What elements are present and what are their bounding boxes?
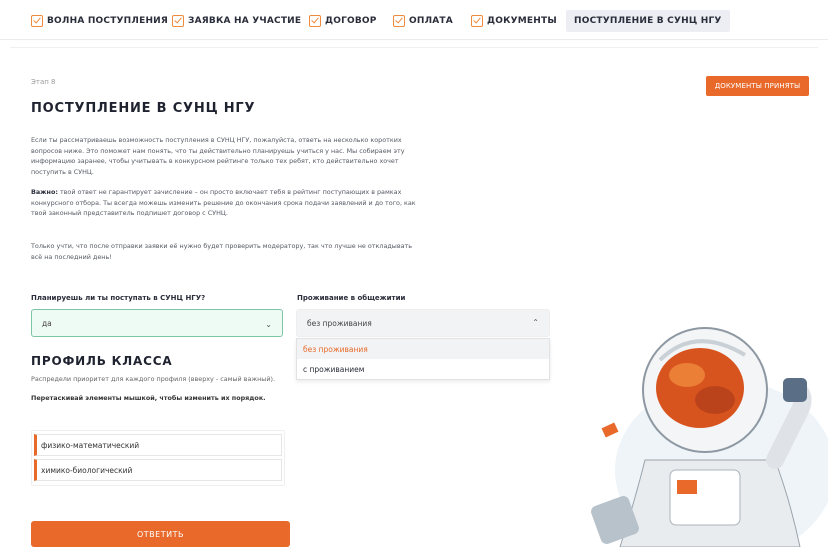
- checkbox-check-icon: [31, 15, 43, 27]
- drag-hint: Перетаскивай элементы мышкой, чтобы изме…: [31, 394, 266, 402]
- status-badge: ДОКУМЕНТЫ ПРИНЯТЫ: [706, 76, 809, 96]
- astronaut-illustration: [591, 327, 828, 547]
- moderation-paragraph: Только учти, что после отправки заявки е…: [31, 242, 413, 261]
- plan-question-label: Планируешь ли ты поступать в СУНЦ НГУ?: [31, 294, 206, 302]
- chevron-up-icon: ⌃: [532, 318, 539, 327]
- dormitory-select[interactable]: без проживания ⌃: [296, 309, 550, 337]
- dropdown-option-no-dorm[interactable]: без проживания: [297, 339, 549, 359]
- tab-label: ЗАЯВКА НА УЧАСТИЕ: [188, 16, 302, 26]
- tab-documents[interactable]: ДОКУМЕНТЫ: [471, 10, 557, 32]
- tab-label: ВОЛНА ПОСТУПЛЕНИЯ: [47, 16, 169, 26]
- tab-admission-suns[interactable]: ПОСТУПЛЕНИЕ В СУНЦ НГУ: [566, 10, 730, 32]
- dormitory-select-value: без проживания: [307, 318, 372, 328]
- tab-label: ДОКУМЕНТЫ: [487, 16, 557, 26]
- profile-description: Распредели приоритет для каждого профиля…: [31, 375, 276, 383]
- intro-paragraph: Если ты рассматриваешь возможность посту…: [31, 136, 405, 176]
- checkbox-check-icon: [393, 15, 405, 27]
- plan-select-value: да: [42, 318, 52, 328]
- checkbox-check-icon: [309, 15, 321, 27]
- important-paragraph: Важно: твой ответ не гарантирует зачисле…: [31, 187, 416, 219]
- profile-item-physmath[interactable]: физико-математический: [34, 434, 282, 456]
- dropdown-option-with-dorm[interactable]: с проживанием: [297, 359, 549, 379]
- submit-button[interactable]: ОТВЕТИТЬ: [31, 521, 290, 547]
- dormitory-question-label: Проживание в общежитии: [297, 294, 406, 302]
- important-text: твой ответ не гарантирует зачисление – о…: [31, 188, 416, 217]
- profile-sort-list: физико-математический химико-биологическ…: [31, 430, 285, 486]
- stage-tabs: ВОЛНА ПОСТУПЛЕНИЯ ЗАЯВКА НА УЧАСТИЕ ДОГО…: [0, 0, 828, 40]
- stage-label: Этап 8: [31, 78, 56, 86]
- tab-label: ОПЛАТА: [409, 16, 453, 26]
- page-title: ПОСТУПЛЕНИЕ В СУНЦ НГУ: [31, 101, 256, 116]
- chevron-down-icon: ⌄: [265, 320, 272, 329]
- tab-payment[interactable]: ОПЛАТА: [393, 10, 453, 32]
- dormitory-dropdown: без проживания с проживанием: [296, 338, 550, 380]
- tab-label: ДОГОВОР: [325, 16, 377, 26]
- tab-contract[interactable]: ДОГОВОР: [309, 10, 377, 32]
- tab-admission-wave[interactable]: ВОЛНА ПОСТУПЛЕНИЯ: [31, 10, 168, 32]
- profile-title: ПРОФИЛЬ КЛАССА: [31, 354, 173, 368]
- divider: [10, 47, 818, 48]
- profile-item-chembio[interactable]: химико-биологический: [34, 459, 282, 481]
- plan-select[interactable]: да ⌄: [31, 309, 283, 337]
- checkbox-check-icon: [172, 15, 184, 27]
- tab-label: ПОСТУПЛЕНИЕ В СУНЦ НГУ: [574, 16, 722, 26]
- important-label: Важно:: [31, 188, 58, 196]
- tab-application[interactable]: ЗАЯВКА НА УЧАСТИЕ: [172, 10, 301, 32]
- checkbox-check-icon: [471, 15, 483, 27]
